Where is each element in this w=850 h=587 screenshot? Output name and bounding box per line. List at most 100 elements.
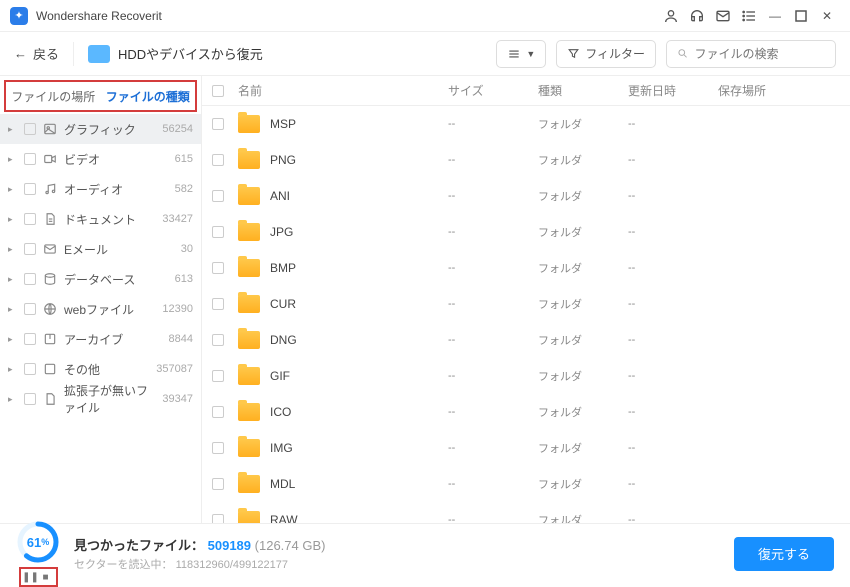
sidebar-category-0[interactable]: ▸グラフィック56254 [0, 114, 201, 144]
filter-icon [567, 47, 580, 60]
category-count: 8844 [169, 333, 193, 345]
row-type: フォルダ [538, 224, 628, 240]
row-name: MSP [270, 117, 448, 131]
filter-button[interactable]: フィルター [556, 40, 656, 68]
file-row[interactable]: ICO--フォルダ-- [202, 394, 850, 430]
sidebar-category-6[interactable]: ▸webファイル12390 [0, 294, 201, 324]
row-type: フォルダ [538, 440, 628, 456]
category-checkbox[interactable] [24, 363, 36, 375]
sidebar-category-5[interactable]: ▸データベース613 [0, 264, 201, 294]
pause-icon[interactable]: ❚❚ [25, 571, 37, 583]
expand-icon[interactable]: ▸ [8, 154, 18, 165]
device-icon [88, 45, 110, 63]
sidebar-category-1[interactable]: ▸ビデオ615 [0, 144, 201, 174]
row-checkbox[interactable] [212, 262, 224, 274]
category-checkbox[interactable] [24, 333, 36, 345]
file-row[interactable]: IMG--フォルダ-- [202, 430, 850, 466]
row-checkbox[interactable] [212, 226, 224, 238]
mail-icon[interactable] [710, 3, 736, 29]
row-checkbox[interactable] [212, 370, 224, 382]
folder-icon [238, 403, 260, 421]
category-name: グラフィック [64, 121, 156, 138]
row-checkbox[interactable] [212, 118, 224, 130]
category-checkbox[interactable] [24, 273, 36, 285]
list-icon[interactable] [736, 3, 762, 29]
row-checkbox[interactable] [212, 190, 224, 202]
expand-icon[interactable]: ▸ [8, 394, 18, 405]
search-input[interactable] [694, 47, 825, 61]
expand-icon[interactable]: ▸ [8, 244, 18, 255]
divider [73, 42, 74, 66]
select-all-checkbox[interactable] [212, 85, 224, 97]
category-checkbox[interactable] [24, 153, 36, 165]
row-checkbox[interactable] [212, 154, 224, 166]
file-row[interactable]: DNG--フォルダ-- [202, 322, 850, 358]
category-name: オーディオ [64, 181, 169, 198]
back-button[interactable]: ← 戻る [14, 44, 59, 63]
search-box[interactable] [666, 40, 836, 68]
maximize-icon[interactable] [788, 3, 814, 29]
row-checkbox[interactable] [212, 298, 224, 310]
expand-icon[interactable]: ▸ [8, 364, 18, 375]
row-checkbox[interactable] [212, 406, 224, 418]
found-count: 509189 [208, 538, 251, 553]
tab-file-location[interactable]: ファイルの場所 [6, 82, 101, 110]
sidebar-category-8[interactable]: ▸その他357087 [0, 354, 201, 384]
file-row[interactable]: GIF--フォルダ-- [202, 358, 850, 394]
row-checkbox[interactable] [212, 334, 224, 346]
file-row[interactable]: JPG--フォルダ-- [202, 214, 850, 250]
sidebar-category-3[interactable]: ▸ドキュメント33427 [0, 204, 201, 234]
sector-label: セクターを読込中： [74, 559, 173, 571]
col-name[interactable]: 名前 [238, 82, 448, 99]
row-checkbox[interactable] [212, 442, 224, 454]
category-checkbox[interactable] [24, 393, 36, 405]
sidebar-category-9[interactable]: ▸拡張子が無いファイル39347 [0, 384, 201, 414]
col-type[interactable]: 種類 [538, 82, 628, 99]
category-checkbox[interactable] [24, 123, 36, 135]
close-icon[interactable]: ✕ [814, 3, 840, 29]
category-name: その他 [64, 361, 150, 378]
file-row[interactable]: PNG--フォルダ-- [202, 142, 850, 178]
row-checkbox[interactable] [212, 478, 224, 490]
category-count: 30 [181, 243, 193, 255]
file-row[interactable]: CUR--フォルダ-- [202, 286, 850, 322]
col-date[interactable]: 更新日時 [628, 82, 718, 99]
category-checkbox[interactable] [24, 303, 36, 315]
account-icon[interactable] [658, 3, 684, 29]
file-row[interactable]: BMP--フォルダ-- [202, 250, 850, 286]
row-type: フォルダ [538, 116, 628, 132]
file-row[interactable]: ANI--フォルダ-- [202, 178, 850, 214]
row-name: ANI [270, 189, 448, 203]
recover-button[interactable]: 復元する [734, 537, 834, 571]
file-row[interactable]: MSP--フォルダ-- [202, 106, 850, 142]
file-row[interactable]: MDL--フォルダ-- [202, 466, 850, 502]
expand-icon[interactable]: ▸ [8, 184, 18, 195]
col-location[interactable]: 保存場所 [718, 82, 840, 99]
sidebar-category-2[interactable]: ▸オーディオ582 [0, 174, 201, 204]
row-checkbox[interactable] [212, 514, 224, 523]
expand-icon[interactable]: ▸ [8, 274, 18, 285]
col-size[interactable]: サイズ [448, 82, 538, 99]
file-list-panel: 名前 サイズ 種類 更新日時 保存場所 MSP--フォルダ--PNG--フォルダ… [202, 76, 850, 523]
chevron-down-icon: ▼ [526, 49, 535, 59]
view-menu-button[interactable]: ▼ [496, 40, 546, 68]
folder-icon [238, 115, 260, 133]
expand-icon[interactable]: ▸ [8, 334, 18, 345]
expand-icon[interactable]: ▸ [8, 124, 18, 135]
row-type: フォルダ [538, 332, 628, 348]
row-size: -- [448, 442, 538, 454]
category-checkbox[interactable] [24, 213, 36, 225]
minimize-icon[interactable]: — [762, 3, 788, 29]
expand-icon[interactable]: ▸ [8, 214, 18, 225]
stop-icon[interactable]: ■ [40, 571, 52, 583]
sidebar-category-7[interactable]: ▸アーカイブ8844 [0, 324, 201, 354]
category-checkbox[interactable] [24, 243, 36, 255]
file-row[interactable]: RAW--フォルダ-- [202, 502, 850, 523]
row-size: -- [448, 514, 538, 523]
support-icon[interactable] [684, 3, 710, 29]
expand-icon[interactable]: ▸ [8, 304, 18, 315]
file-rows: MSP--フォルダ--PNG--フォルダ--ANI--フォルダ--JPG--フォ… [202, 106, 850, 523]
tab-file-type[interactable]: ファイルの種類 [101, 82, 196, 110]
category-checkbox[interactable] [24, 183, 36, 195]
sidebar-category-4[interactable]: ▸Eメール30 [0, 234, 201, 264]
